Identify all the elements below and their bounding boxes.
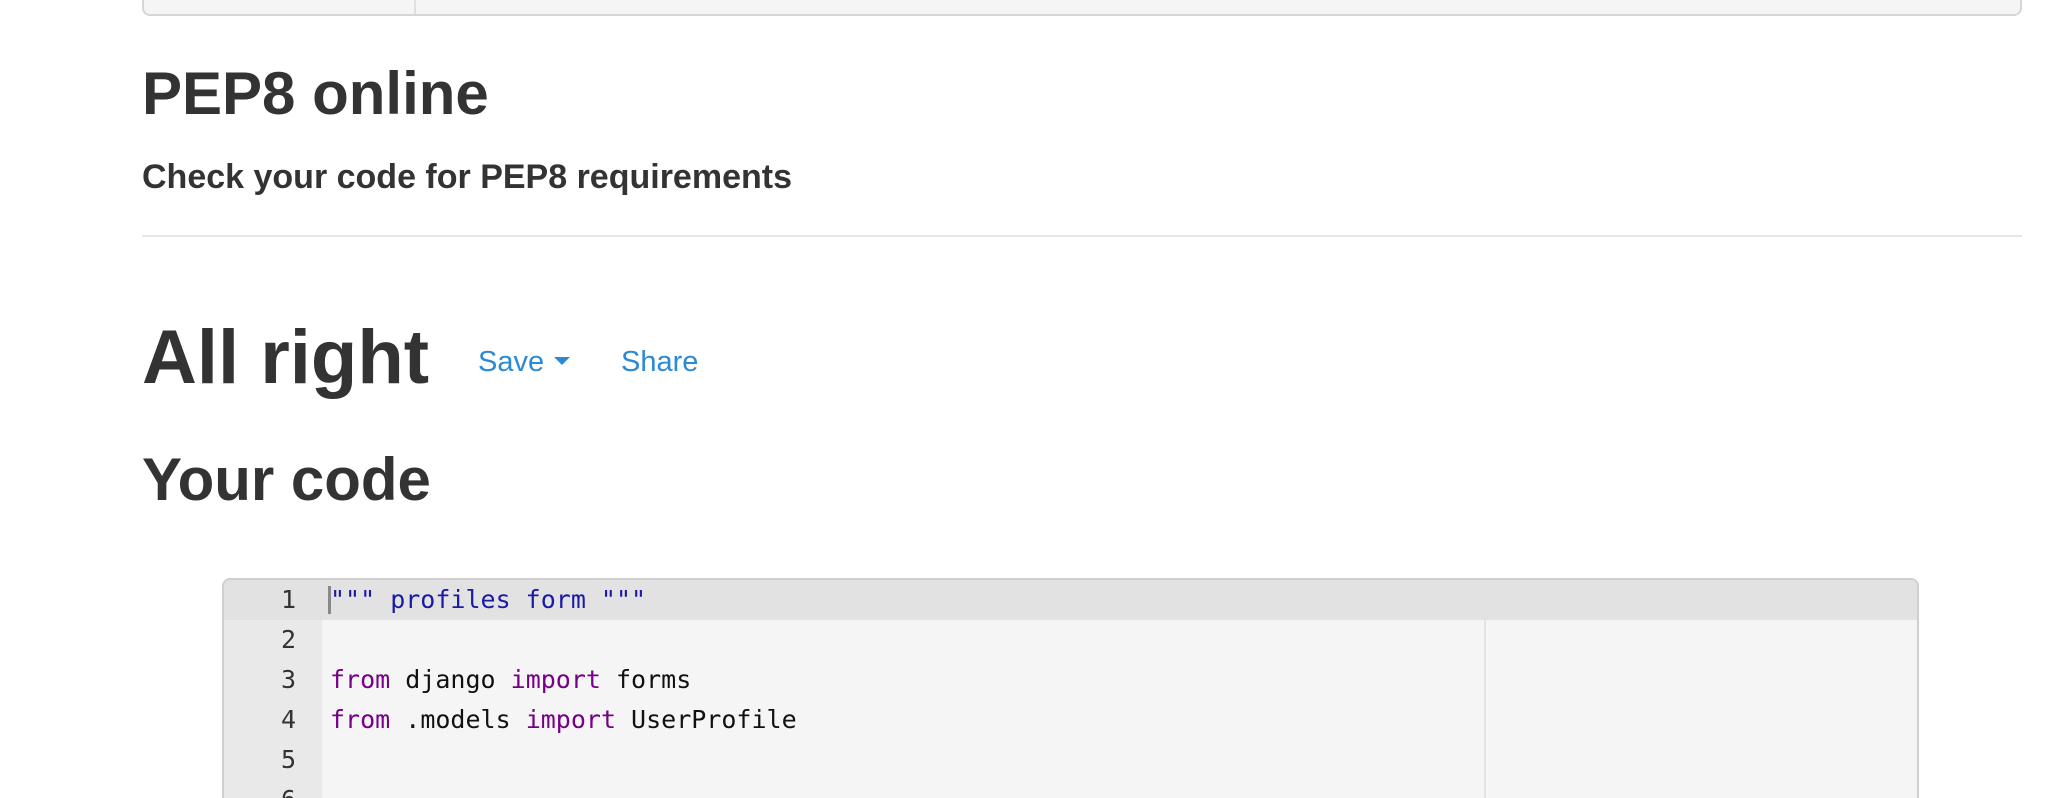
top-panel-divider [414,0,416,14]
code-token-keyword: from [330,705,391,734]
line-number: 2 [280,625,296,654]
code-token-string: """ profiles form """ [330,585,647,614]
site-title: PEP8 online [142,60,489,127]
code-line[interactable]: 5 [224,740,1917,780]
code-token-name: forms [600,665,692,694]
line-code: from .models import UserProfile [330,700,797,740]
code-line[interactable]: 3 from django import forms [224,660,1917,700]
code-token-keyword: from [330,665,391,694]
code-heading: Your code [142,446,431,513]
line-number: 3 [280,665,296,694]
line-number: 1 [280,585,296,614]
result-heading: All right [142,315,430,400]
page: PEP8 online Check your code for PEP8 req… [0,0,2070,798]
site-subtitle: Check your code for PEP8 requirements [142,158,792,196]
code-token-keyword: import [525,705,616,734]
caret-down-icon [554,357,571,366]
line-code: from django import forms [330,660,691,700]
code-line[interactable]: 6 [224,780,1917,798]
code-line[interactable]: 1 """ profiles form """ [224,580,1917,620]
line-number: 5 [280,745,296,774]
top-panel [142,0,2022,16]
code-token-name: UserProfile [616,705,797,734]
code-token-name: django [390,665,511,694]
header-divider [142,235,2022,237]
line-code: """ profiles form """ [330,580,646,620]
code-lines[interactable]: 1 """ profiles form """ 2 3 from django impo… [224,580,1917,798]
line-number: 6 [224,780,296,798]
code-token-name: .models [390,705,526,734]
save-dropdown-button[interactable]: Save [478,346,571,378]
save-label: Save [478,346,545,378]
code-line[interactable]: 4 from .models import UserProfile [224,700,1917,740]
line-number: 4 [280,705,296,734]
code-line[interactable]: 2 [224,620,1917,660]
code-token-keyword: import [510,665,601,694]
code-editor[interactable]: 1 """ profiles form """ 2 3 from django impo… [222,578,1919,798]
share-link[interactable]: Share [621,348,698,377]
